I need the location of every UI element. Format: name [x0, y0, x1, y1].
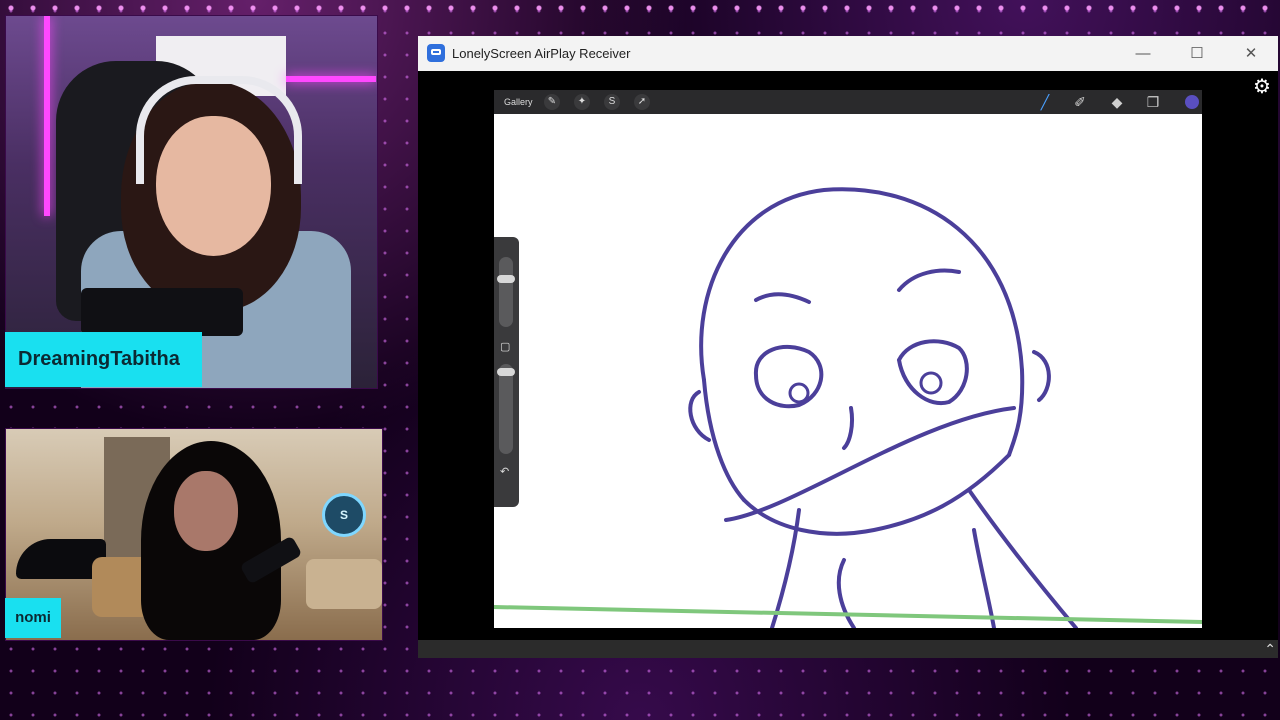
- maximize-icon[interactable]: ☐: [1174, 36, 1220, 71]
- face: [174, 471, 238, 551]
- smudge-icon[interactable]: ✐: [1071, 93, 1089, 111]
- close-icon[interactable]: ✕: [1228, 36, 1274, 71]
- procreate-sidebar: ▢ ↶: [494, 237, 519, 507]
- layers-icon[interactable]: ❐: [1144, 93, 1162, 111]
- gallery-button[interactable]: Gallery: [504, 90, 533, 114]
- window-titlebar[interactable]: LonelyScreen AirPlay Receiver — ☐ ✕: [418, 36, 1278, 71]
- chevron-up-icon[interactable]: ⌃: [1264, 640, 1276, 658]
- headset: [136, 76, 302, 184]
- microphone: [81, 288, 243, 336]
- eraser-icon[interactable]: ◆: [1108, 93, 1126, 111]
- opacity-slider[interactable]: [497, 364, 515, 454]
- neon-light: [286, 76, 376, 82]
- brush-size-slider[interactable]: [497, 257, 515, 327]
- webcam-nomi: S: [5, 428, 383, 641]
- top-light-row: [0, 0, 1280, 16]
- minimize-icon[interactable]: —: [1120, 36, 1166, 71]
- selection-icon[interactable]: S: [604, 94, 620, 110]
- slider-knob[interactable]: [497, 368, 515, 376]
- transform-icon[interactable]: ➚: [634, 94, 650, 110]
- modify-button-icon[interactable]: ▢: [500, 340, 510, 353]
- lonelyscreen-app-icon: [427, 44, 445, 62]
- slider-knob[interactable]: [497, 275, 515, 283]
- s-badge-icon: S: [322, 493, 366, 537]
- brush-icon[interactable]: ╱: [1036, 93, 1054, 111]
- window-title: LonelyScreen AirPlay Receiver: [452, 46, 631, 61]
- color-swatch[interactable]: [1185, 95, 1199, 109]
- gear-icon[interactable]: ⚙: [1253, 74, 1271, 99]
- undo-icon[interactable]: ↶: [500, 465, 509, 478]
- neon-light: [44, 16, 50, 216]
- magic-wand-icon[interactable]: ✦: [574, 94, 590, 110]
- wrench-icon[interactable]: ✎: [544, 94, 560, 110]
- sofa: [306, 559, 382, 609]
- procreate-canvas[interactable]: Gallery ✎ ✦ S ➚ ╱ ✐ ◆ ❐ ▢ ↶: [494, 90, 1202, 628]
- streamer-nameplate: nomi: [5, 598, 61, 638]
- sketch-drawing: [494, 187, 1202, 628]
- streamer-nameplate: DreamingTabitha: [5, 332, 202, 387]
- procreate-toolbar: Gallery ✎ ✦ S ➚ ╱ ✐ ◆ ❐: [494, 90, 1202, 114]
- horizontal-scrollbar[interactable]: ⌃: [418, 640, 1278, 658]
